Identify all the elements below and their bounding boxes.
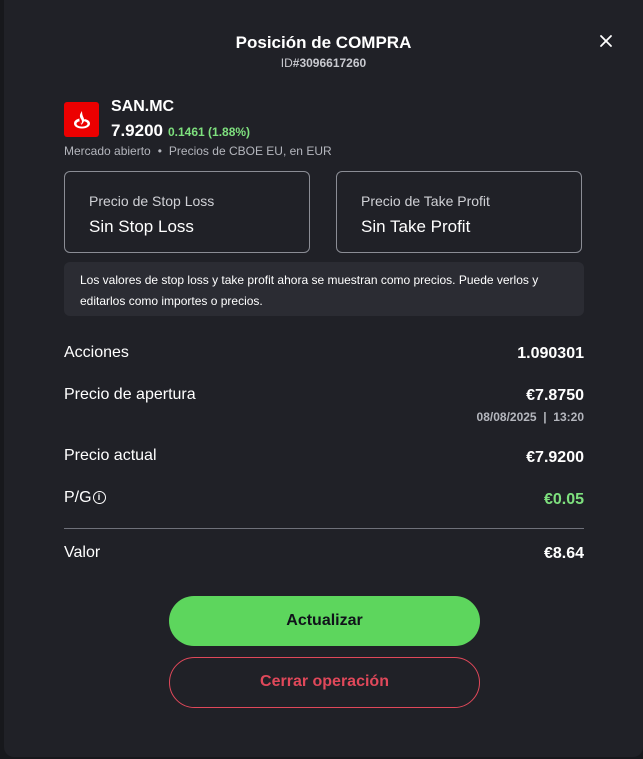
market-status: Mercado abierto [64, 144, 151, 158]
current-price-value: €7.9200 [526, 449, 584, 466]
divider [64, 528, 584, 529]
separator-dot-icon: • [157, 144, 162, 158]
instrument-price: 7.9200 [111, 121, 163, 140]
value-value: €8.64 [543, 545, 584, 562]
take-profit-field[interactable]: Precio de Take Profit Sin Take Profit [336, 171, 582, 253]
santander-logo-icon [64, 102, 99, 137]
stop-loss-value: Sin Stop Loss [89, 217, 194, 236]
current-price-label: Precio actual [64, 447, 157, 464]
modal-title: Posición de COMPRA [235, 33, 412, 52]
close-position-button[interactable]: Cerrar operación [169, 657, 480, 708]
close-icon[interactable] [595, 30, 617, 52]
take-profit-value: Sin Take Profit [361, 217, 471, 236]
open-price-value: €7.8750 [526, 387, 584, 404]
update-button[interactable]: Actualizar [169, 596, 480, 646]
take-profit-label: Precio de Take Profit [361, 193, 490, 209]
shares-value: 1.090301 [517, 345, 584, 362]
instrument-symbol: SAN.MC [111, 98, 175, 115]
price-change: 0.1461 (1.88%) [168, 125, 251, 139]
price-source: Precios de CBOE EU, en EUR [168, 144, 332, 158]
shares-label: Acciones [64, 344, 129, 361]
stop-loss-field[interactable]: Precio de Stop Loss Sin Stop Loss [64, 171, 310, 253]
pl-label: P/G [64, 489, 92, 506]
position-id: ID#3096617260 [280, 56, 367, 70]
market-info: Mercado abierto • Precios de CBOE EU, en E… [64, 144, 332, 158]
stop-loss-label: Precio de Stop Loss [89, 193, 215, 209]
info-icon[interactable]: i [92, 491, 106, 504]
pl-value: €0.05 [543, 491, 584, 508]
value-label: Valor [64, 544, 101, 561]
open-date: 08/08/2025 | 13:20 [476, 410, 584, 424]
position-modal: Posición de COMPRA ID#3096617260 SAN.MC … [4, 0, 643, 757]
pl-row-label: P/G i [64, 489, 106, 507]
sltp-notice: Los valores de stop loss y take profit a… [64, 262, 584, 316]
open-price-label: Precio de apertura [64, 386, 196, 403]
